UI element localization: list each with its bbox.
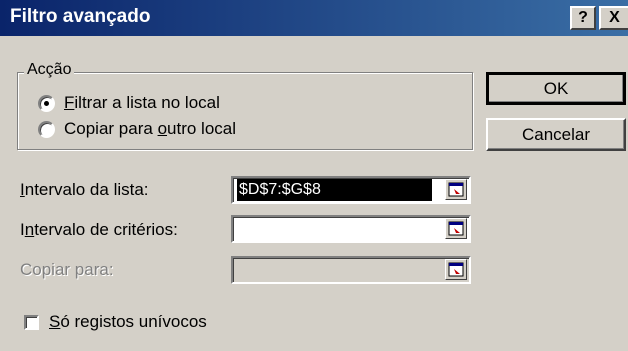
radio-filter-in-place[interactable]: Filtrar a lista no local	[38, 92, 220, 114]
radio-dot-icon	[44, 100, 49, 106]
radio-button[interactable]	[38, 120, 55, 138]
title-bar: Filtro avançado ? X	[0, 0, 628, 36]
radio-copy-label: Copiar para outro local	[64, 119, 237, 138]
criteria-range-label: Intervalo de critérios:	[20, 220, 178, 239]
dialog-title: Filtro avançado	[10, 6, 151, 27]
close-button[interactable]: X	[599, 6, 628, 30]
radio-filter-label: Filtrar a lista no local	[64, 93, 220, 112]
list-range-label: Intervalo da lista:	[20, 180, 149, 199]
unique-records-label: Só registos unívocos	[49, 312, 207, 331]
radio-button-selected[interactable]	[38, 94, 55, 112]
collapse-dialog-icon[interactable]	[445, 218, 467, 239]
action-group-label: Acção	[24, 61, 75, 79]
list-range-input[interactable]: $D$7:$G$8	[231, 176, 471, 204]
ok-button[interactable]: OK	[486, 72, 626, 105]
help-button[interactable]: ?	[570, 6, 596, 30]
unique-records-checkbox-row[interactable]: Só registos unívocos	[24, 312, 207, 332]
copy-to-input	[231, 256, 471, 284]
copy-to-label: Copiar para:	[20, 260, 114, 279]
collapse-dialog-icon[interactable]	[445, 179, 467, 200]
radio-copy-to-other[interactable]: Copiar para outro local	[38, 118, 236, 140]
criteria-range-input[interactable]	[231, 215, 471, 243]
unique-records-checkbox[interactable]	[24, 314, 39, 330]
cancel-button[interactable]: Cancelar	[486, 118, 626, 151]
collapse-dialog-icon	[445, 259, 467, 280]
list-range-value[interactable]: $D$7:$G$8	[237, 179, 432, 201]
